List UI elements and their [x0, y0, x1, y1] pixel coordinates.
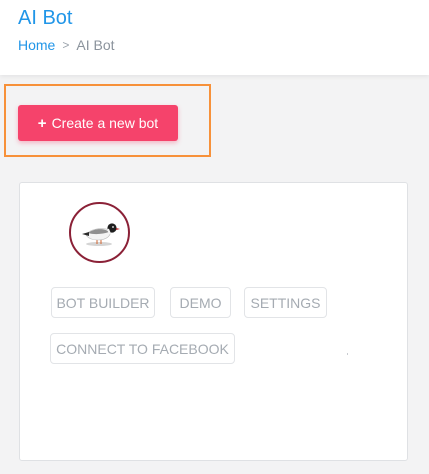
connect-to-facebook-button[interactable]: CONNECT TO FACEBOOK	[50, 333, 235, 364]
create-new-bot-label: Create a new bot	[51, 115, 159, 131]
bot-builder-button[interactable]: BOT BUILDER	[51, 287, 155, 318]
breadcrumb: Home > AI Bot	[18, 37, 115, 53]
seagull-bird-logo	[81, 222, 120, 246]
page-header: AI Bot Home > AI Bot	[0, 0, 429, 75]
page-title: AI Bot	[18, 7, 73, 29]
breadcrumb-home-link[interactable]: Home	[18, 37, 55, 53]
create-new-bot-button[interactable]: + Create a new bot	[18, 105, 178, 141]
decorative-dot	[347, 353, 348, 355]
bot-avatar[interactable]	[69, 202, 130, 263]
bot-card: BOT BUILDER DEMO SETTINGS CONNECT TO FAC…	[19, 182, 408, 461]
breadcrumb-separator-icon: >	[62, 38, 70, 52]
settings-button[interactable]: SETTINGS	[244, 287, 327, 318]
demo-button[interactable]: DEMO	[170, 287, 231, 318]
plus-icon: +	[37, 114, 47, 132]
breadcrumb-current: AI Bot	[76, 37, 115, 53]
